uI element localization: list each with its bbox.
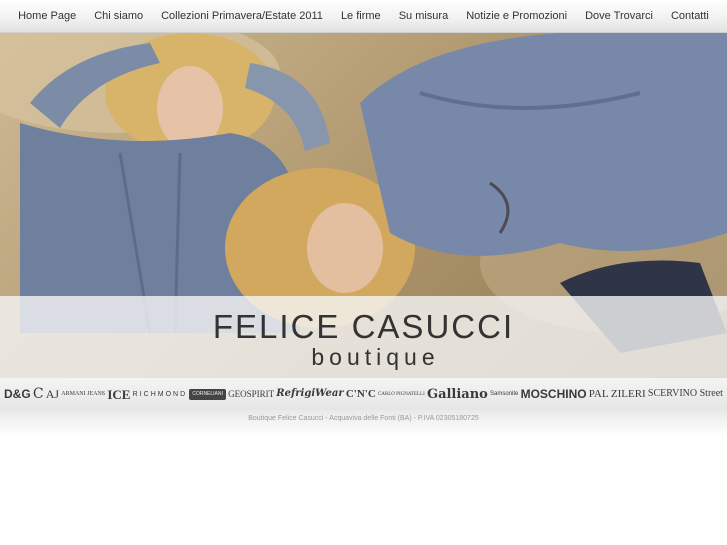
nav-chi-siamo[interactable]: Chi siamo xyxy=(85,0,152,32)
nav-le-firme[interactable]: Le firme xyxy=(332,0,390,32)
logo-cnc[interactable]: C'N'C xyxy=(346,388,376,400)
logo-moschino[interactable]: MOSCHINO xyxy=(521,388,587,400)
brand-subtitle: boutique xyxy=(311,344,440,370)
nav-home-page[interactable]: Home Page xyxy=(9,0,85,32)
nav-contatti[interactable]: Contatti xyxy=(662,0,718,32)
logo-c[interactable]: C xyxy=(33,387,44,401)
logo-aj[interactable]: AJ xyxy=(46,388,59,400)
hero-banner: FELICE CASUCCI boutique xyxy=(0,33,727,378)
nav-collezioni[interactable]: Collezioni Primavera/Estate 2011 xyxy=(152,0,332,32)
logo-refrigiwear[interactable]: RefrigiWear xyxy=(276,389,343,399)
brand-logos-strip: D&G C AJ ARMANI JEANS ICE RICHMOND CORNE… xyxy=(0,378,727,410)
logo-ice[interactable]: ICE xyxy=(107,388,130,401)
footer-company-info: Boutique Felice Casucci - Acquaviva dell… xyxy=(248,415,479,422)
logo-geospirit[interactable]: GEOSPIRIT xyxy=(228,389,274,399)
logo-galliano[interactable]: Galliano xyxy=(427,388,488,401)
nav-su-misura[interactable]: Su misura xyxy=(390,0,458,32)
logo-armani-jeans[interactable]: ARMANI JEANS xyxy=(61,391,105,397)
nav-notizie-promozioni[interactable]: Notizie e Promozioni xyxy=(457,0,576,32)
top-navigation: Home Page Chi siamo Collezioni Primavera… xyxy=(0,0,727,33)
logo-scervino-street[interactable]: SCERVINO Street xyxy=(648,389,723,399)
logo-richmond[interactable]: RICHMOND xyxy=(133,391,188,398)
nav-dove-trovarci[interactable]: Dove Trovarci xyxy=(576,0,662,32)
logo-carlo-pignatelli[interactable]: CARLO PIGNATELLI xyxy=(378,392,425,397)
brand-name: FELICE CASUCCI xyxy=(212,308,515,345)
logo-corneliani[interactable]: CORNELIANI xyxy=(189,388,226,400)
logo-reflection xyxy=(0,410,727,436)
logo-samsonite[interactable]: Samsonite xyxy=(490,391,518,397)
logo-pal-zileri[interactable]: PAL ZILERI xyxy=(589,388,646,400)
logo-dg[interactable]: D&G xyxy=(4,388,31,400)
